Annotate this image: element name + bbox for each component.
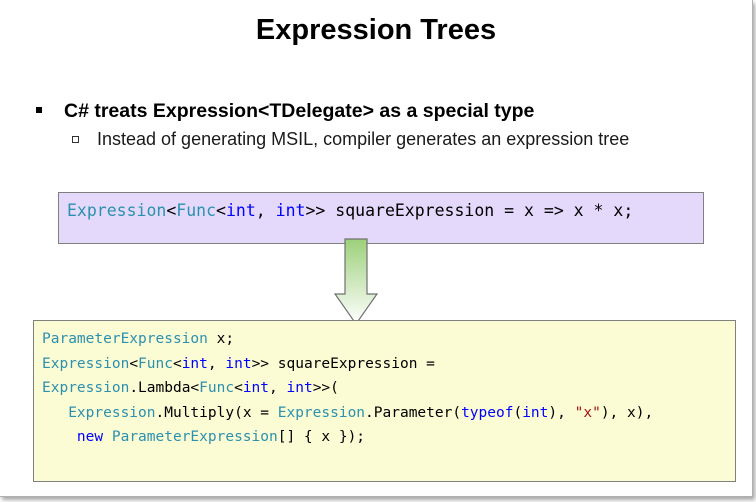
code-token: < [234,380,243,397]
code-lines: ParameterExpression x; Expression<Func<in… [42,327,735,450]
code-line: Expression.Multiply(x = Expression.Param… [42,401,735,426]
code-token: .Parameter( [365,404,462,421]
code-token: Expression [67,201,167,220]
code-line: Expression.Lambda<Func<int, int>>( [42,376,735,401]
code-token: Func [176,201,217,220]
bullet-main-text: C# treats Expression<TDelegate> as a spe… [64,100,535,122]
code-token: int [242,380,270,397]
code-token: < [166,201,177,220]
slide-title: Expression Trees [255,14,497,46]
code-token: >>( [312,380,339,397]
code-token: x; [207,331,235,347]
code-token: >> squareExpression = x => x * x; [305,201,634,220]
down-arrow-icon [333,238,379,326]
code-token: < [172,355,182,372]
code-token: , [269,380,287,397]
code-token: int [225,355,252,372]
bullet-sub: Instead of generating MSIL, compiler gen… [72,129,629,150]
code-line: ParameterExpression x; [42,327,735,352]
code-token: , [207,355,226,372]
hollow-square-bullet-icon [72,135,79,143]
code-token: Func [199,380,235,397]
code-token: "x" [574,404,601,421]
code-token: < [216,201,226,220]
code-token: int [286,380,313,397]
square-bullet-icon [36,106,42,113]
code-token: Expression [42,355,130,372]
code-line: Expression<Func<int, int>> squareExpress… [42,352,735,377]
code-token: int [522,404,549,421]
code-block-expression-tree: ParameterExpression x; Expression<Func<in… [33,320,736,482]
code-token: .Multiply(x = [155,404,278,421]
code-token: Func [138,355,173,372]
code-token: typeof [461,404,514,421]
code-token: , [255,201,276,220]
slide: Expression Trees C# treats Expression<TD… [0,0,753,497]
code-token: Expression [277,404,366,421]
code-token: ParameterExpression [42,331,208,347]
code-token: Expression [68,404,156,421]
bullet-sub-text: Instead of generating MSIL, compiler gen… [97,129,630,149]
code-token: >> squareExpression = [251,355,435,372]
code-token: .Lambda< [129,380,200,397]
code-token: Expression [42,380,130,397]
code-token: < [129,355,139,372]
code-block-lambda: Expression<Func<int, int>> squareExpress… [58,192,704,244]
bullet-main: C# treats Expression<TDelegate> as a spe… [36,100,534,123]
code-token: ), [548,404,575,421]
code-token: ( [513,404,523,421]
code-token: ParameterExpression [111,429,278,446]
code-line: new ParameterExpression[] { x }); [42,425,735,450]
code-token: new [76,429,104,446]
code-token: int [275,201,306,220]
code-token: ), x), [600,404,654,421]
code-token: int [181,355,208,372]
code-token: [] { x }); [277,429,366,446]
code-token: int [225,201,256,220]
code-line: Expression<Func<int, int>> squareExpress… [67,201,633,220]
